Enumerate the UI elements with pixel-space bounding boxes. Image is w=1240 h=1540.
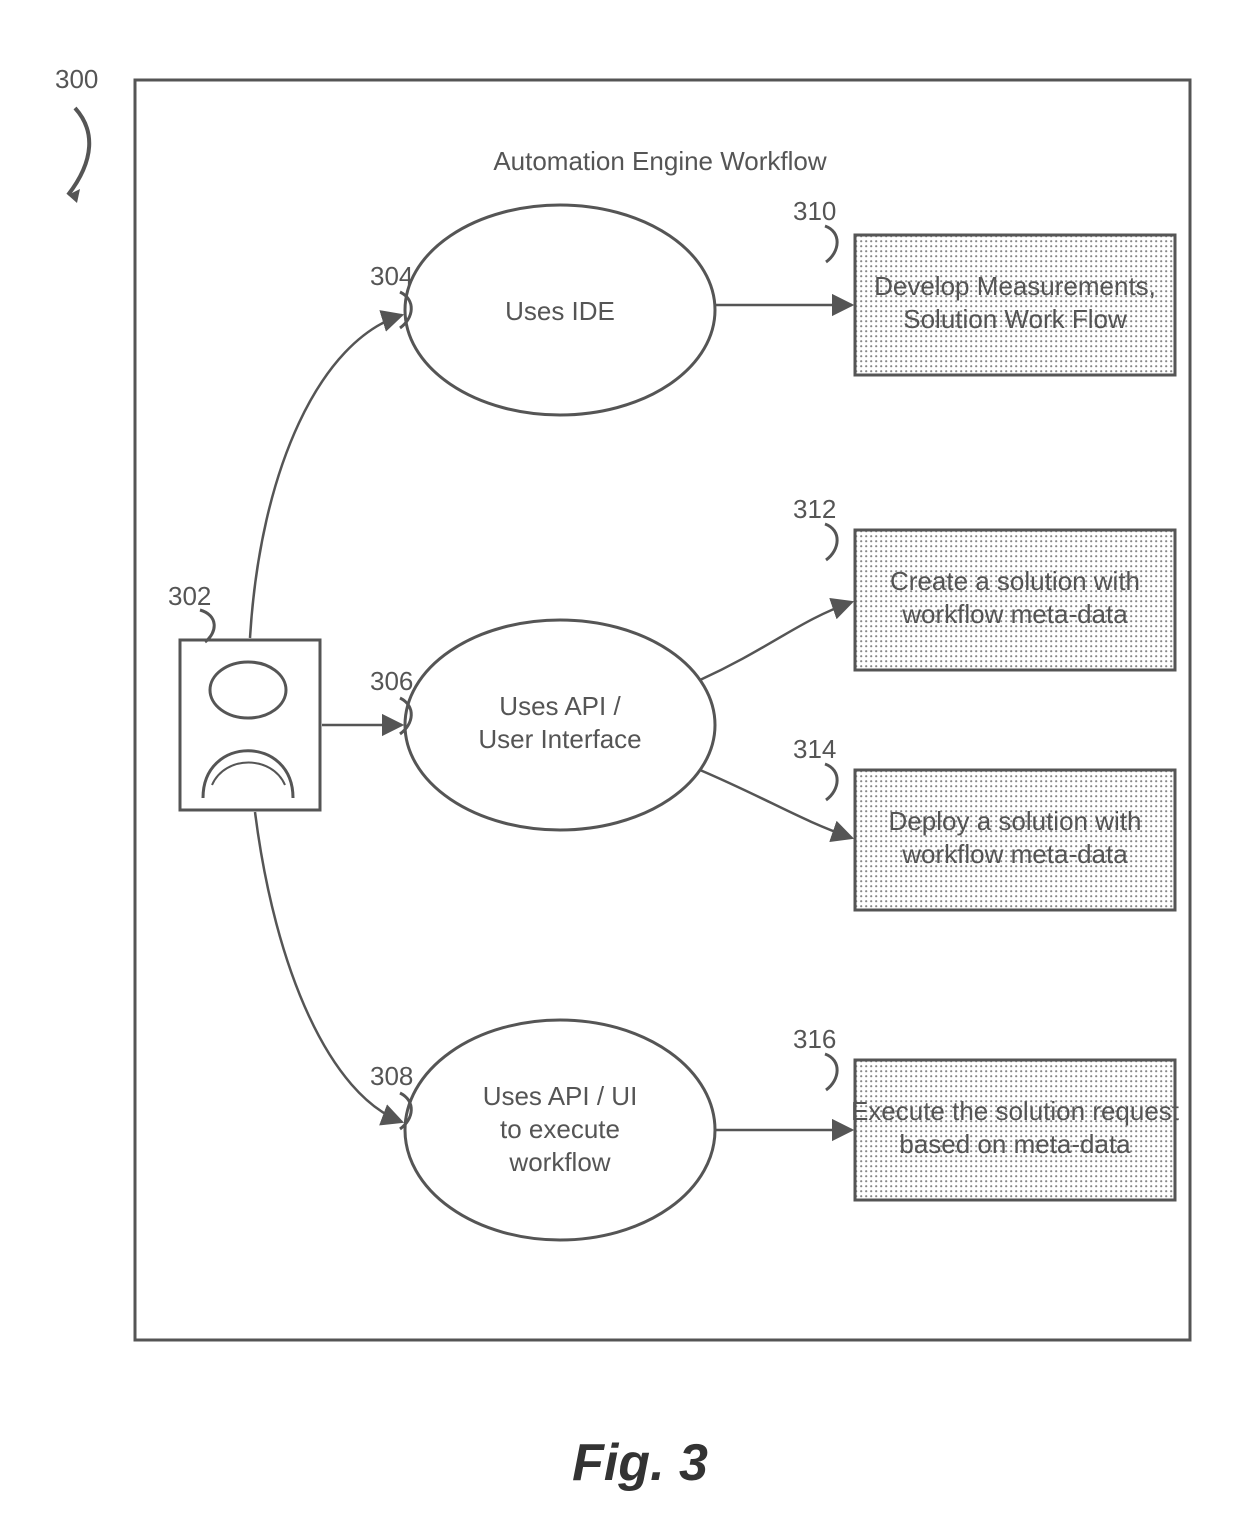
figure-caption: Fig. 3 [572, 1434, 708, 1492]
svg-text:Solution Work Flow: Solution Work Flow [903, 304, 1127, 334]
ref-306: 306 [370, 666, 413, 696]
svg-text:Develop Measurements,: Develop Measurements, [874, 271, 1156, 301]
swoosh-300 [68, 108, 89, 195]
usecase-uses-api-ui-execute: Uses API / UI to execute workflow [405, 1020, 715, 1240]
svg-text:workflow meta-data: workflow meta-data [901, 599, 1128, 629]
figure-ref-300: 300 [55, 64, 98, 94]
outcome-develop-measurements: Develop Measurements, Solution Work Flow [855, 235, 1175, 375]
usecase-uses-ide: Uses IDE [405, 205, 715, 415]
diagram-canvas: Automation Engine Workflow 300 302 Uses … [0, 0, 1240, 1540]
svg-text:Uses API / UI: Uses API / UI [483, 1081, 638, 1111]
ref-310: 310 [793, 196, 836, 226]
edge-uc2-to-o2 [700, 602, 852, 680]
outcome-deploy-solution: Deploy a solution with workflow meta-dat… [855, 770, 1175, 910]
svg-text:Execute the solution request: Execute the solution request [851, 1096, 1180, 1126]
svg-text:based on meta-data: based on meta-data [899, 1129, 1131, 1159]
svg-text:Uses API /: Uses API / [499, 691, 621, 721]
svg-text:Create a solution with: Create a solution with [890, 566, 1140, 596]
diagram-title: Automation Engine Workflow [493, 146, 827, 176]
outcome-create-solution: Create a solution with workflow meta-dat… [855, 530, 1175, 670]
edge-uc2-to-o3 [700, 770, 852, 838]
svg-text:Uses IDE: Uses IDE [505, 296, 615, 326]
ref-316: 316 [793, 1024, 836, 1054]
ref-314: 314 [793, 734, 836, 764]
ref-312: 312 [793, 494, 836, 524]
svg-text:workflow: workflow [508, 1147, 610, 1177]
outcome-execute-solution: Execute the solution request based on me… [851, 1060, 1180, 1200]
ref-308: 308 [370, 1061, 413, 1091]
actor-node [180, 640, 320, 810]
svg-text:User Interface: User Interface [478, 724, 641, 754]
usecase-uses-api-ui: Uses API / User Interface [405, 620, 715, 830]
ref-304: 304 [370, 261, 413, 291]
svg-text:workflow meta-data: workflow meta-data [901, 839, 1128, 869]
ref-302: 302 [168, 581, 211, 611]
edge-actor-to-uc1 [250, 315, 402, 638]
svg-text:Deploy a solution with: Deploy a solution with [889, 806, 1142, 836]
svg-text:to execute: to execute [500, 1114, 620, 1144]
